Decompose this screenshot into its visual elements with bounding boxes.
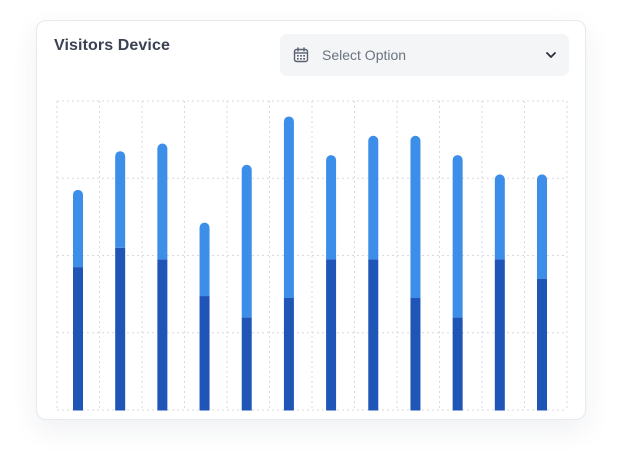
bar-segment-bottom — [115, 247, 126, 411]
bar-segment-bottom — [410, 297, 421, 411]
bar-segment-top — [283, 116, 294, 298]
bar-segment-top — [452, 155, 463, 318]
bar-segment-top — [241, 164, 252, 318]
select-label: Select Option — [322, 47, 407, 63]
bar-segment-bottom — [73, 267, 83, 411]
visitors-bar-chart — [56, 99, 568, 412]
bar-segment-bottom — [283, 297, 294, 411]
bar-segment-top — [410, 135, 421, 298]
card-title: Visitors Device — [54, 37, 170, 54]
bar-segment-bottom — [452, 317, 463, 411]
bar-segment-top — [199, 222, 210, 297]
visitors-device-card: Visitors Device Select Option — [36, 20, 586, 420]
bar-segment-bottom — [326, 259, 337, 411]
calendar-icon — [293, 47, 309, 63]
bar-segment-top — [326, 155, 337, 260]
bar-segment-top — [494, 174, 505, 260]
bar-segment-bottom — [241, 317, 252, 411]
bar-segment-bottom — [494, 259, 505, 411]
bar-segment-bottom — [368, 259, 379, 411]
bar-segment-bottom — [157, 259, 168, 411]
chevron-down-icon — [546, 52, 556, 58]
bar-segment-top — [537, 174, 547, 279]
chart-svg — [56, 100, 568, 411]
bar-segment-top — [73, 189, 83, 268]
bar-segment-bottom — [537, 278, 547, 411]
bar-segment-top — [157, 143, 168, 260]
bar-segment-top — [115, 151, 126, 248]
bar-segment-bottom — [199, 296, 210, 411]
option-select[interactable]: Select Option — [280, 34, 569, 76]
bar-segment-top — [368, 135, 379, 260]
